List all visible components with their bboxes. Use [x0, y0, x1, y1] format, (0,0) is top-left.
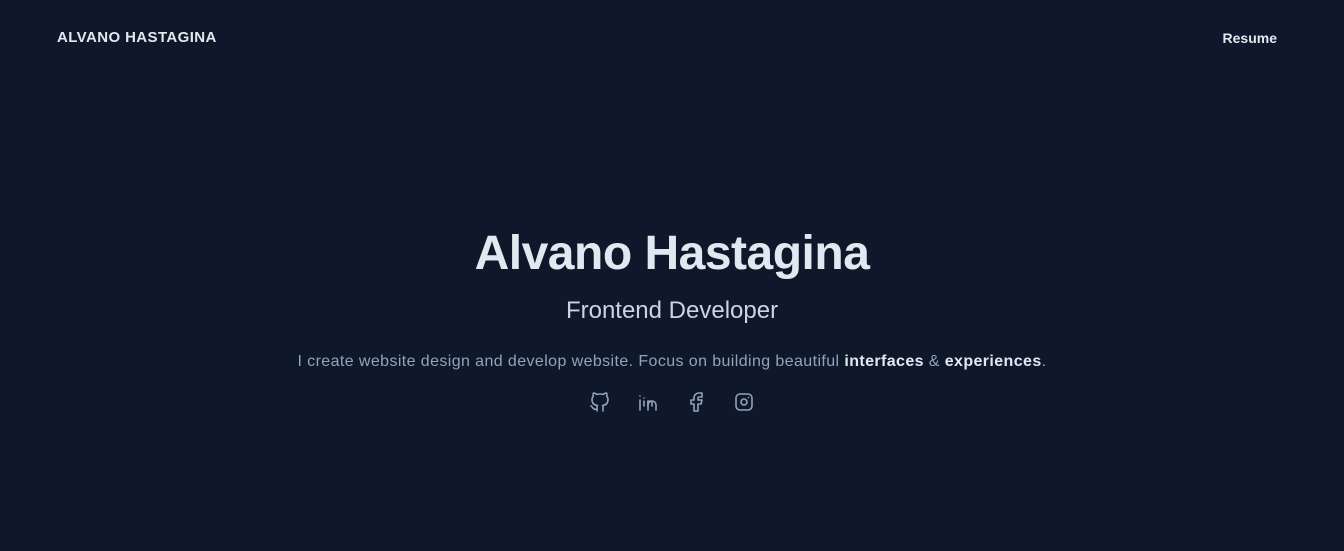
resume-link[interactable]: Resume [1223, 30, 1277, 47]
facebook-link[interactable] [684, 390, 708, 414]
instagram-link[interactable] [732, 390, 756, 414]
highlight-experiences: experiences [944, 353, 1042, 370]
social-links [0, 390, 1344, 414]
hero-name: Alvano Hastagina [474, 227, 870, 280]
brand-logo-link[interactable]: ALVANO HASTAGINA [57, 29, 217, 47]
hero-role: Frontend Developer [565, 297, 779, 324]
instagram-icon [735, 393, 753, 411]
github-link[interactable] [588, 390, 612, 414]
site-header: ALVANO HASTAGINA Resume [0, 0, 1344, 76]
highlight-interfaces: interfaces [844, 353, 924, 370]
hero-description-joiner: & [923, 353, 945, 370]
hero-description-suffix: . [1041, 353, 1047, 370]
linkedin-icon [639, 395, 657, 411]
linkedin-link[interactable] [636, 390, 660, 414]
github-icon [590, 392, 609, 412]
hero-section: Alvano Hastagina Frontend Developer I cr… [0, 222, 1344, 414]
hero-description-prefix: I create website design and develop webs… [297, 353, 845, 370]
facebook-icon [690, 392, 703, 412]
hero-description: I create website design and develop webs… [0, 350, 1344, 374]
